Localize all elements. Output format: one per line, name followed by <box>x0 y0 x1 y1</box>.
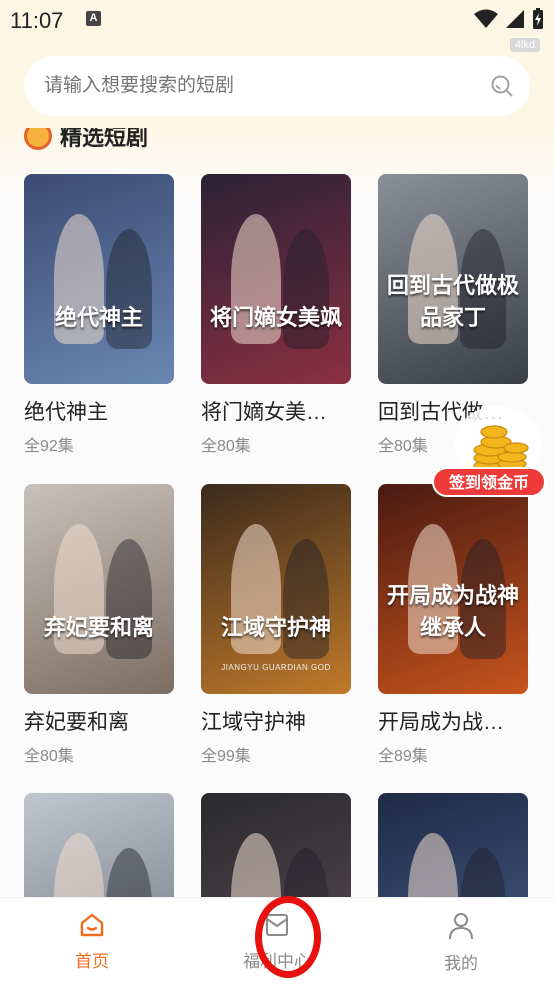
tab-home-label: 首页 <box>75 952 109 971</box>
drama-poster[interactable]: 将门嫡女美飒 <box>201 174 351 384</box>
drama-poster[interactable]: 开局成为战神继承人 <box>378 484 528 694</box>
drama-episode-count: 全92集 <box>24 438 74 455</box>
wifi-icon <box>474 9 498 28</box>
poster-title: 弃妃要和离 <box>43 615 154 641</box>
status-bar: 11:07 A <box>0 0 554 40</box>
notification-a-icon: A <box>86 11 101 26</box>
search-icon[interactable] <box>490 74 514 103</box>
poster-title: 将门嫡女美飒 <box>209 305 342 331</box>
highlight-circle-annotation <box>255 896 321 978</box>
drama-poster[interactable]: 弃妃要和离 <box>24 484 174 694</box>
status-time: 11:07 <box>10 8 64 33</box>
drama-card[interactable]: 弃妃要和离 弃妃要和离 全80集 <box>24 484 174 766</box>
drama-poster[interactable]: 江域守护神 JIANGYU GUARDIAN GOD <box>201 484 351 694</box>
drama-title: 弃妃要和离 <box>24 711 129 734</box>
drama-card[interactable]: 绝代神主 绝代神主 全92集 <box>24 174 174 456</box>
drama-card[interactable]: 将门嫡女美飒将门嫡女美… 全80集 <box>201 174 351 456</box>
drama-episode-count: 全99集 <box>201 748 251 765</box>
drama-title: 江域守护神 <box>201 711 306 734</box>
checkin-reward-button[interactable]: 签到领金币 <box>432 467 546 497</box>
poster-title: 开局成为战神继承人 <box>386 583 519 641</box>
section-badge-icon <box>24 128 52 150</box>
poster-title: 江域守护神 <box>220 615 331 641</box>
section-header: 精选短剧 <box>24 128 148 158</box>
poster-title: 绝代神主 <box>54 305 143 331</box>
drama-title: 开局成为战… <box>378 711 504 734</box>
poster-title: 回到古代做极品家丁 <box>386 273 519 331</box>
drama-poster[interactable]: 回到古代做极品家丁 <box>378 174 528 384</box>
drama-card[interactable]: 江域守护神 JIANGYU GUARDIAN GOD 江域守护神全99集 <box>201 484 351 766</box>
drama-poster[interactable]: 绝代神主 <box>24 174 174 384</box>
search-input[interactable] <box>44 70 474 102</box>
section-title: 精选短剧 <box>60 128 149 150</box>
signal-icon <box>506 10 524 28</box>
tab-profile[interactable]: 我的 <box>401 912 521 974</box>
drama-card[interactable]: 开局成为战神继承人开局成为战… 全89集 <box>378 484 528 766</box>
drama-episode-count: 全80集 <box>24 748 74 765</box>
status-icons <box>474 7 544 31</box>
search-bar[interactable] <box>24 56 530 116</box>
battery-icon <box>533 8 543 29</box>
drama-episode-count: 全80集 <box>201 438 251 455</box>
profile-icon <box>449 913 473 940</box>
drama-episode-count: 全89集 <box>378 748 428 765</box>
poster-subtitle: JIANGYU GUARDIAN GOD <box>221 663 331 672</box>
drama-title: 将门嫡女美… <box>201 401 327 424</box>
tab-home[interactable]: 首页 <box>32 912 152 972</box>
watermark-tag: 4lkd <box>509 38 540 52</box>
tab-profile-label: 我的 <box>444 954 478 973</box>
home-icon <box>80 913 104 937</box>
drama-title: 绝代神主 <box>24 401 108 424</box>
